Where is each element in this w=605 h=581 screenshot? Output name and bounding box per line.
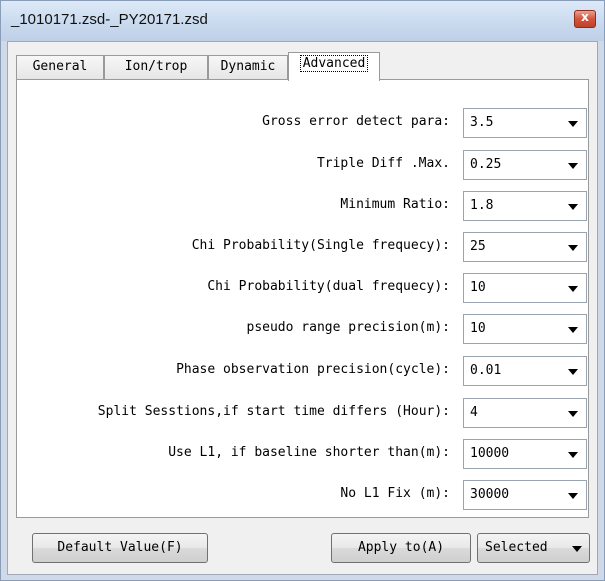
- close-button[interactable]: x: [574, 10, 596, 28]
- chevron-down-icon: [568, 245, 578, 251]
- advanced-settings-panel: Gross error detect para: 3.5 Triple Diff…: [16, 79, 589, 518]
- chi-dual-select[interactable]: 10: [463, 273, 587, 303]
- dialog-client-area: General Ion/trop Dynamic Advanced Gross …: [7, 41, 598, 575]
- select-value: Selected: [485, 540, 548, 555]
- close-icon: x: [581, 10, 589, 24]
- chevron-down-icon: [572, 546, 582, 552]
- triple-diff-select[interactable]: 0.25: [463, 150, 587, 180]
- setting-label: Triple Diff .Max.: [316, 156, 450, 171]
- dialog-window: _1010171.zsd-_PY20171.zsd x General Ion/…: [0, 0, 605, 581]
- default-value-button[interactable]: Default Value(F): [32, 533, 208, 563]
- setting-row-chi-single: Chi Probability(Single frequecy): 25: [17, 232, 588, 262]
- setting-row-no-l1-fix: No L1 Fix (m): 30000: [17, 480, 588, 510]
- tab-advanced[interactable]: Advanced: [288, 52, 380, 81]
- setting-label: Use L1, if baseline shorter than(m):: [168, 445, 450, 460]
- tab-ion-trop[interactable]: Ion/trop: [104, 55, 208, 79]
- chevron-down-icon: [568, 369, 578, 375]
- gross-error-select[interactable]: 3.5: [463, 108, 587, 138]
- use-l1-select[interactable]: 10000: [463, 439, 587, 469]
- chevron-down-icon: [568, 204, 578, 210]
- select-value: 10: [470, 321, 486, 336]
- select-value: 0.25: [470, 157, 502, 172]
- select-value: 10: [470, 280, 486, 295]
- select-value: 25: [470, 239, 486, 254]
- tab-label: Ion/trop: [124, 59, 188, 74]
- setting-row-triple-diff: Triple Diff .Max. 0.25: [17, 150, 588, 180]
- setting-label: pseudo range precision(m):: [246, 320, 451, 335]
- setting-label: Minimum Ratio:: [340, 197, 450, 212]
- select-value: 10000: [470, 446, 510, 461]
- setting-label: Phase observation precision(cycle):: [176, 362, 450, 377]
- setting-label: No L1 Fix (m):: [340, 486, 450, 501]
- chevron-down-icon: [568, 163, 578, 169]
- tab-dynamic[interactable]: Dynamic: [208, 55, 288, 79]
- setting-row-chi-dual: Chi Probability(dual frequecy): 10: [17, 273, 588, 303]
- no-l1-fix-select[interactable]: 30000: [463, 480, 587, 510]
- phase-observation-select[interactable]: 0.01: [463, 356, 587, 386]
- select-value: 0.01: [470, 363, 502, 378]
- setting-label: Chi Probability(Single frequecy):: [191, 238, 450, 253]
- setting-label: Chi Probability(dual frequecy):: [207, 279, 450, 294]
- setting-label: Gross error detect para:: [262, 114, 450, 129]
- setting-row-split-sessions: Split Sesstions,if start time differs (H…: [17, 398, 588, 428]
- setting-row-pseudo-range: pseudo range precision(m): 10: [17, 314, 588, 344]
- select-value: 3.5: [470, 115, 494, 130]
- chi-single-select[interactable]: 25: [463, 232, 587, 262]
- split-sessions-select[interactable]: 4: [463, 398, 587, 428]
- tab-label: Dynamic: [220, 59, 276, 74]
- window-title: _1010171.zsd-_PY20171.zsd: [11, 11, 208, 28]
- setting-label: Split Sesstions,if start time differs (H…: [97, 404, 450, 419]
- select-value: 4: [470, 405, 478, 420]
- setting-row-phase-observation: Phase observation precision(cycle): 0.01: [17, 356, 588, 386]
- chevron-down-icon: [568, 493, 578, 499]
- apply-target-select[interactable]: Selected: [477, 533, 590, 563]
- setting-row-use-l1: Use L1, if baseline shorter than(m): 100…: [17, 439, 588, 469]
- pseudo-range-select[interactable]: 10: [463, 314, 587, 344]
- tab-label: General: [32, 59, 88, 74]
- chevron-down-icon: [568, 327, 578, 333]
- chevron-down-icon: [568, 121, 578, 127]
- select-value: 30000: [470, 487, 510, 502]
- setting-row-gross-error: Gross error detect para: 3.5: [17, 108, 588, 138]
- apply-to-button[interactable]: Apply to(A): [331, 533, 471, 563]
- chevron-down-icon: [568, 286, 578, 292]
- select-value: 1.8: [470, 198, 494, 213]
- tab-label: Advanced: [299, 55, 369, 72]
- chevron-down-icon: [568, 411, 578, 417]
- tab-general[interactable]: General: [16, 55, 104, 79]
- chevron-down-icon: [568, 452, 578, 458]
- title-bar[interactable]: _1010171.zsd-_PY20171.zsd x: [1, 1, 604, 41]
- minimum-ratio-select[interactable]: 1.8: [463, 191, 587, 221]
- setting-row-minimum-ratio: Minimum Ratio: 1.8: [17, 191, 588, 221]
